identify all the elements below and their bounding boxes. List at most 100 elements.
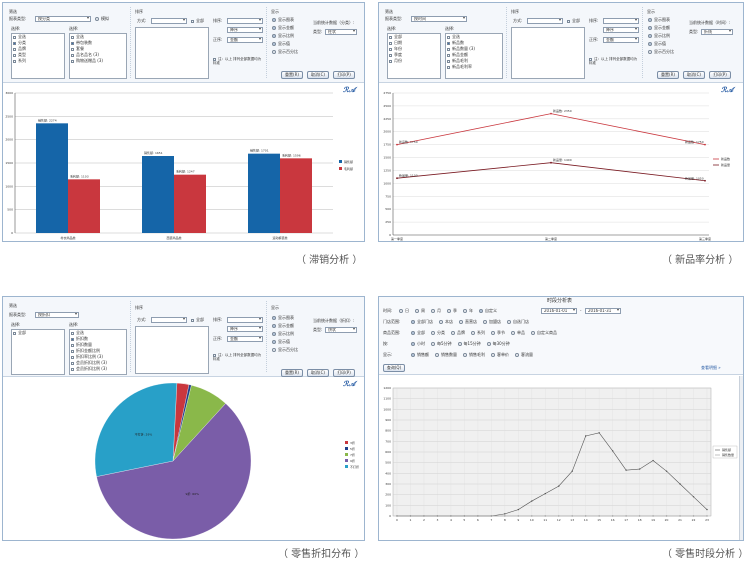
mode-select[interactable]: 饼状: [325, 327, 357, 333]
radio-icon[interactable]: [479, 309, 483, 313]
checkbox[interactable]: [389, 59, 392, 63]
radio-icon[interactable]: [471, 331, 475, 335]
radio-icon[interactable]: [272, 316, 276, 320]
reset-button[interactable]: 重置(R): [281, 369, 303, 377]
all-checkbox[interactable]: [191, 19, 194, 23]
radio-option[interactable]: 季: [447, 308, 457, 313]
display-option[interactable]: 显示百分比: [271, 48, 313, 56]
print-button[interactable]: 打印(P): [333, 369, 355, 377]
sort-field-list[interactable]: [135, 326, 209, 374]
cancel-button[interactable]: 取消(C): [683, 71, 705, 79]
radio-icon[interactable]: [272, 42, 276, 46]
category-list[interactable]: 全选 分类 品牌 类型 系列: [11, 33, 65, 79]
detail-link[interactable]: 查看明细 »: [701, 365, 721, 370]
radio-icon[interactable]: [431, 331, 435, 335]
radio-icon[interactable]: [515, 353, 519, 357]
list-item[interactable]: 全部: [12, 330, 64, 336]
all-option[interactable]: 全部: [191, 18, 204, 23]
radio-option[interactable]: 每30分钟: [486, 341, 510, 346]
radio-option[interactable]: 季节: [491, 330, 505, 335]
radio-icon[interactable]: [411, 331, 415, 335]
radio-option[interactable]: 直营店: [459, 319, 477, 324]
radio-icon[interactable]: [431, 342, 435, 346]
checkbox[interactable]: [71, 361, 74, 365]
checkbox[interactable]: [71, 337, 74, 341]
radio-option[interactable]: 自选门店: [507, 319, 529, 324]
item-list[interactable]: 全选 折扣数 折扣数量 折扣金额比例 折扣率比例 (3) 会员折扣比例 (3) 会员折扣比例…: [69, 329, 127, 375]
radio-icon[interactable]: [451, 331, 455, 335]
radio-icon[interactable]: [491, 353, 495, 357]
checkbox[interactable]: [71, 53, 74, 57]
radio-icon[interactable]: [272, 18, 276, 22]
display-option[interactable]: 显示比例: [647, 32, 689, 40]
radio-option[interactable]: 销售额: [411, 352, 429, 357]
print-button[interactable]: 打印(P): [709, 71, 731, 79]
checkbox[interactable]: [71, 349, 74, 353]
checkbox[interactable]: [389, 35, 392, 39]
checkbox[interactable]: [71, 331, 74, 335]
radio-option[interactable]: 每15分钟: [457, 341, 481, 346]
checkbox[interactable]: [447, 59, 450, 63]
radio-icon[interactable]: [272, 324, 276, 328]
order-select[interactable]: 金额: [603, 37, 639, 43]
radio-icon[interactable]: [507, 320, 511, 324]
radio-icon[interactable]: [411, 353, 415, 357]
category-list[interactable]: 全部 日期 年份 季度 月份: [387, 33, 441, 79]
list-item[interactable]: 月份: [388, 58, 440, 64]
radio-icon[interactable]: [447, 309, 451, 313]
radio-option[interactable]: 加盟店: [483, 319, 501, 324]
method-select[interactable]: [151, 317, 187, 323]
cancel-button[interactable]: 取消(C): [307, 369, 329, 377]
checkbox[interactable]: [389, 47, 392, 51]
mode-select[interactable]: 柱状: [325, 29, 357, 35]
sort-select[interactable]: [227, 18, 263, 24]
checkbox[interactable]: [71, 367, 74, 371]
radio-option[interactable]: 品牌: [451, 330, 465, 335]
radio-option[interactable]: 年: [463, 308, 473, 313]
checkbox[interactable]: [447, 53, 450, 57]
radio-icon[interactable]: [272, 348, 276, 352]
cancel-button[interactable]: 取消(C): [307, 71, 329, 79]
radio-icon[interactable]: [272, 50, 276, 54]
checkbox[interactable]: [447, 47, 450, 51]
checkbox[interactable]: [13, 331, 16, 335]
radio-icon[interactable]: [459, 320, 463, 324]
display-option[interactable]: 显示百分比: [647, 48, 689, 56]
radio-icon[interactable]: [483, 320, 487, 324]
display-option[interactable]: 显示比例: [271, 330, 313, 338]
display-option[interactable]: 显示值: [271, 40, 313, 48]
query-button[interactable]: 查询(Q): [383, 364, 405, 372]
sort-direction-select[interactable]: 降序: [603, 27, 639, 33]
item-list[interactable]: 全选 新品数 新品数量 (3) 新品金额 新品毛利 新品毛利率: [445, 33, 503, 79]
list-item[interactable]: 购物送赠品 (3): [70, 58, 126, 64]
display-option[interactable]: 显示金额: [271, 24, 313, 32]
radio-icon[interactable]: [415, 309, 419, 313]
radio-option[interactable]: 全部门店: [411, 319, 433, 324]
radio-icon[interactable]: [411, 342, 415, 346]
date-from-input[interactable]: 2016-01-01: [541, 308, 577, 314]
checkbox[interactable]: [13, 47, 16, 51]
all-option[interactable]: 全部: [567, 18, 580, 23]
radio-icon[interactable]: [435, 353, 439, 357]
method-select[interactable]: [527, 18, 563, 24]
checkbox[interactable]: [71, 355, 74, 359]
display-option[interactable]: 显示百分比: [271, 346, 313, 354]
radio-icon[interactable]: [531, 331, 535, 335]
radio-option[interactable]: 分类: [431, 330, 445, 335]
radio-icon[interactable]: [439, 320, 443, 324]
radio-icon[interactable]: [463, 309, 467, 313]
display-option[interactable]: 显示图表: [647, 16, 689, 24]
checkbox[interactable]: [71, 59, 74, 63]
display-option[interactable]: 显示图表: [271, 16, 313, 24]
list-item[interactable]: 新品毛利率: [446, 64, 502, 70]
radio-icon[interactable]: [272, 340, 276, 344]
radio-icon[interactable]: [648, 34, 652, 38]
list-item[interactable]: 系列: [12, 58, 64, 64]
date-to-input[interactable]: 2016-01-31: [585, 308, 621, 314]
radio-icon[interactable]: [411, 320, 415, 324]
radio-icon[interactable]: [431, 309, 435, 313]
display-option[interactable]: 显示图表: [271, 314, 313, 322]
display-option[interactable]: 显示金额: [271, 322, 313, 330]
method-select[interactable]: [151, 18, 187, 24]
radio-icon[interactable]: [486, 342, 491, 346]
